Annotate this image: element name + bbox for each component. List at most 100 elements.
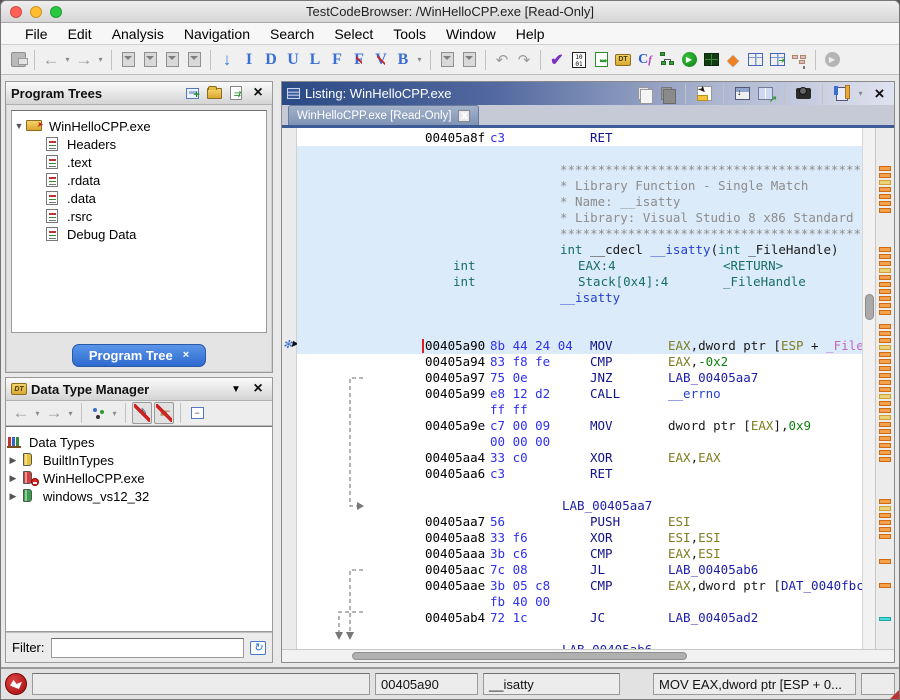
disassemble-icon[interactable]: ↓ [217,49,237,71]
listing-line[interactable]: 00405aac7c 08JLLAB_00405ab6 [297,562,862,578]
function-graph-icon[interactable]: ◆ [723,49,743,71]
dtm-forward-icon[interactable]: → [44,402,64,424]
analysis-marker[interactable] [879,394,891,399]
dtm-assoc-icon[interactable] [88,402,108,424]
analysis-marker[interactable] [879,436,891,441]
filter-input[interactable] [51,638,245,658]
expand-all-icon[interactable] [227,85,245,102]
tree-row[interactable]: Debug Data [12,225,266,243]
analysis-marker[interactable] [879,513,891,518]
analysis-marker[interactable] [879,289,891,294]
analysis-marker[interactable] [879,282,891,287]
listing-line[interactable]: 00405aa833 f6XORESI,ESI [297,530,862,546]
program-trees-header[interactable]: Program Trees × [6,82,272,105]
run-script-icon[interactable]: ▶ [679,49,699,71]
horizontal-scrollbar-thumb[interactable] [352,652,687,660]
save-icon[interactable] [8,49,28,71]
table-view-icon[interactable] [745,49,765,71]
forward-icon[interactable]: → [74,49,94,71]
disable-edit-icon[interactable]: ✎ [132,402,152,424]
tree-row[interactable]: .text [12,153,266,171]
listing-line[interactable]: * Name: __isatty [297,194,862,210]
analysis-marker[interactable] [879,303,891,308]
open-folder-icon[interactable] [205,85,223,102]
dtm-root-row[interactable]: Data Types [6,433,272,451]
analysis-marker[interactable] [879,373,891,378]
paste-special-2-icon[interactable] [140,49,160,71]
tree-row-root[interactable]: ▼WinHelloCPP.exe [12,117,266,135]
memory-map-icon[interactable] [701,49,721,71]
display-options-icon[interactable] [832,84,851,103]
analysis-marker[interactable] [879,527,891,532]
call-tree-icon[interactable] [657,49,677,71]
listing-line[interactable]: ****************************************… [297,226,862,242]
dtm-back-dropdown-icon[interactable]: ▾ [33,402,42,424]
listing-line[interactable]: LAB_00405ab6 [297,642,862,649]
new-tree-icon[interactable] [183,85,201,102]
analysis-marker[interactable] [879,534,891,539]
validate-icon[interactable]: ✔ [547,49,567,71]
analysis-marker[interactable] [879,415,891,420]
clear-V-button[interactable]: V [371,49,391,71]
listing-line[interactable]: fb 40 00 [297,594,862,610]
undo-icon[interactable]: ↶ [492,49,512,71]
analysis-marker[interactable] [879,208,891,213]
listing-line[interactable]: 00405a9775 0eJNZLAB_00405aa7 [297,370,862,386]
listing-line[interactable] [297,322,862,338]
expand-triangle-icon[interactable]: ▶ [6,455,20,466]
listing-line[interactable]: 00405a908b 44 24 04MOVEAX,dword ptr [ESP… [297,338,862,354]
listing-header[interactable]: Listing: WinHelloCPP.exe ▾ × [282,82,894,105]
disable-pointer-icon[interactable]: ☛ [154,402,174,424]
assoc-icon[interactable]: ▶ [822,49,842,71]
data-type-B-button[interactable]: B [393,49,413,71]
analysis-marker[interactable] [879,275,891,280]
listing-line[interactable]: intStack[0x4]:4_FileHandle [297,274,862,290]
analysis-marker[interactable] [879,380,891,385]
paste-special-1-icon[interactable] [118,49,138,71]
paste-icon[interactable] [657,84,676,103]
analysis-marker[interactable] [879,520,891,525]
listing-line[interactable]: 00405aa433 c0XOREAX,EAX [297,450,862,466]
paste-special-4-icon[interactable] [184,49,204,71]
analysis-marker[interactable] [879,499,891,504]
analysis-marker[interactable] [879,324,891,329]
menu-navigation[interactable]: Navigation [174,23,260,45]
analysis-marker[interactable] [879,559,891,564]
dtm-assoc-dropdown-icon[interactable]: ▾ [110,402,119,424]
cursor-style-icon[interactable] [695,84,714,103]
analysis-marker[interactable] [879,247,891,252]
listing-tab[interactable]: WinHelloCPP.exe [Read-Only] x [288,105,479,125]
menu-window[interactable]: Window [436,23,506,45]
c-function-icon[interactable]: Cf [635,49,655,71]
data-type-F-button[interactable]: F [327,49,347,71]
listing-vertical-scrollbar[interactable] [862,128,875,649]
data-types-tree[interactable]: Data Types▶BuiltInTypes▶WinHelloCPP.exe▶… [6,426,272,632]
analysis-marker[interactable] [879,422,891,427]
dtm-menu-dropdown-icon[interactable]: ▼ [227,381,245,398]
binary-view-icon[interactable]: 10 01 [569,49,589,71]
paste-special-3-icon[interactable] [162,49,182,71]
analysis-marker[interactable] [879,296,891,301]
data-type-dropdown-icon[interactable]: ▾ [415,49,424,71]
program-tree-tab-close-icon[interactable]: × [183,349,189,361]
bookmark-marker[interactable] [879,617,891,621]
listing-line[interactable]: int __cdecl __isatty(int _FileHandle) [297,242,862,258]
listing-line[interactable]: 00405a9ec7 00 09MOVdword ptr [EAX],0x9 [297,418,862,434]
analysis-marker[interactable] [879,345,891,350]
listing-line[interactable]: 00405aa6c3RET [297,466,862,482]
program-tree[interactable]: ▼WinHelloCPP.exeHeaders.text.rdata.data.… [11,110,267,333]
display-options-dropdown-icon[interactable]: ▾ [856,83,865,105]
collapse-window-icon[interactable]: − [187,402,207,424]
export-icon[interactable] [591,49,611,71]
listing-close-icon[interactable]: × [870,84,889,103]
listing-tab-close-icon[interactable]: x [458,110,470,122]
symbol-tree-icon[interactable] [789,49,809,71]
snapshot-icon[interactable] [794,84,813,103]
marker-bar[interactable] [875,128,894,649]
dtm-row[interactable]: ▶windows_vs12_32 [6,487,272,505]
diff-view-icon[interactable] [756,84,775,103]
data-type-L-button[interactable]: L [305,49,325,71]
dtm-forward-dropdown-icon[interactable]: ▾ [66,402,75,424]
analysis-marker[interactable] [879,187,891,192]
clear-flow-icon[interactable] [459,49,479,71]
